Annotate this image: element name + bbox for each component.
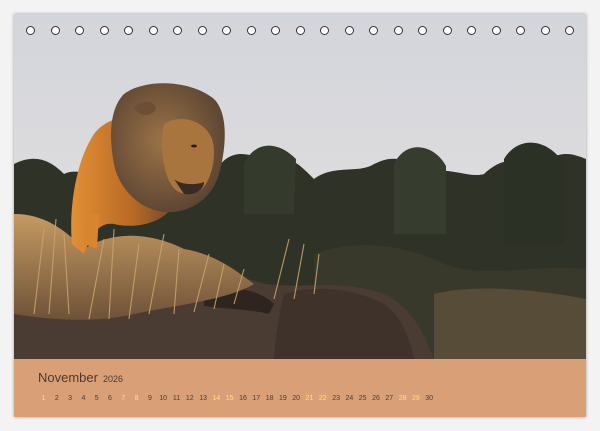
binding-ring [124,26,133,35]
weekday-row [37,385,437,393]
calendar-band: November 2026 1 2 3 4 5 6 7 8 9 10 11 12 13 14 15 16 17 18… [14,359,586,417]
binding-ring [540,26,550,35]
day-number: 7 [121,395,126,402]
month-name: November [38,370,98,385]
day-number: 4 [81,395,86,402]
day-number: 19 [278,395,287,402]
day-number: 5 [94,395,99,402]
day-number: 16 [239,395,247,402]
binding-ring [222,26,231,35]
day-number: 20 [292,395,301,402]
day-number: 21 [305,395,314,402]
day-number: 25 [358,395,367,402]
year: 2026 [102,374,123,384]
binding-rings [14,22,586,44]
lion-photo [14,14,586,359]
binding-ring [393,26,403,35]
binding-ring [271,26,280,35]
day-number: 14 [212,395,221,402]
binding-ring [418,26,427,35]
binding-ring [148,26,158,35]
binding-ring [99,26,109,35]
day-number: 28 [398,395,407,402]
day-number: 13 [199,395,207,402]
binding-ring [75,26,84,35]
binding-ring [516,26,525,35]
binding-ring [197,26,207,35]
day-number: 24 [345,395,354,402]
binding-ring [26,26,35,35]
day-number: 1 [41,395,46,402]
binding-ring [369,26,378,35]
binding-ring [442,26,452,35]
month-heading: November 2026 [38,369,123,385]
binding-ring [246,26,256,35]
binding-ring [491,26,501,35]
day-number: 6 [108,395,112,402]
binding-ring [320,26,329,35]
day-number: 11 [172,395,181,402]
day-number: 2 [54,395,59,402]
day-number: 8 [134,395,139,402]
binding-ring [565,26,574,35]
day-number: 15 [225,395,234,402]
binding-ring [344,26,354,35]
day-number: 23 [332,395,340,402]
day-number: 9 [147,395,152,402]
day-number: 17 [252,395,261,402]
day-number: 30 [425,395,434,402]
day-number: 10 [159,395,168,402]
binding-ring [173,26,182,35]
binding-ring [50,26,60,35]
day-row: 1 2 3 4 5 6 7 8 9 10 11 12 13 14 15 16 17 18 19 20 21 22 23 24 2… [37,395,437,405]
day-number: 18 [265,395,274,402]
day-number: 3 [68,395,73,402]
day-number: 27 [385,395,394,402]
day-number: 29 [411,395,420,402]
binding-ring [295,26,305,35]
day-number: 22 [318,395,327,402]
day-number: 26 [372,395,380,402]
binding-ring [467,26,476,35]
day-number: 12 [185,395,194,402]
